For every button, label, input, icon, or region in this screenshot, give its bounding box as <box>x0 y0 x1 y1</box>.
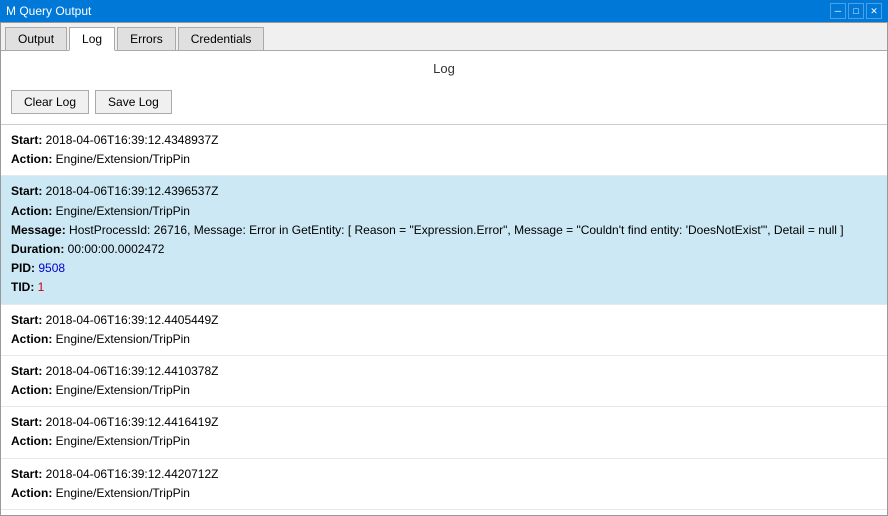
field-label: Action: <box>11 152 56 166</box>
tab-log[interactable]: Log <box>69 27 115 51</box>
field-label: Start: <box>11 133 46 147</box>
minimize-button[interactable]: ─ <box>830 3 846 19</box>
field-label: Start: <box>11 364 46 378</box>
log-field: Start: 2018-04-06T16:39:12.4348937Z <box>11 131 877 150</box>
log-field: Action: Engine/Extension/TripPin <box>11 432 877 451</box>
tab-errors[interactable]: Errors <box>117 27 176 50</box>
field-value: Engine/Extension/TripPin <box>56 332 190 346</box>
log-field: Duration: 00:00:00.0002472 <box>11 240 877 259</box>
log-entry: Start: 2018-04-06T16:39:12.4348937ZActio… <box>1 125 887 176</box>
title-bar: M Query Output ─ □ ✕ <box>0 0 888 22</box>
field-value: 2018-04-06T16:39:12.4405449Z <box>46 313 219 327</box>
log-content[interactable]: Start: 2018-04-06T16:39:12.4348937ZActio… <box>1 124 887 515</box>
log-field: Start: 2018-04-06T16:39:12.4405449Z <box>11 311 877 330</box>
field-value: Engine/Extension/TripPin <box>56 486 190 500</box>
tab-credentials[interactable]: Credentials <box>178 27 265 50</box>
field-value: Engine/Extension/TripPin <box>56 152 190 166</box>
field-value: 2018-04-06T16:39:12.4410378Z <box>46 364 219 378</box>
clear-log-button[interactable]: Clear Log <box>11 90 89 114</box>
log-entry: Start: 2018-04-06T16:39:12.4425721ZActio… <box>1 510 887 515</box>
field-value: 2018-04-06T16:39:12.4420712Z <box>46 467 219 481</box>
save-log-button[interactable]: Save Log <box>95 90 172 114</box>
tab-bar: OutputLogErrorsCredentials <box>1 23 887 51</box>
field-label: Start: <box>11 313 46 327</box>
field-label: Start: <box>11 184 46 198</box>
window-body: OutputLogErrorsCredentials Log Clear Log… <box>0 22 888 516</box>
field-value: 2018-04-06T16:39:12.4416419Z <box>46 415 219 429</box>
field-label: Start: <box>11 467 46 481</box>
log-entry: Start: 2018-04-06T16:39:12.4420712ZActio… <box>1 459 887 510</box>
window-title: M Query Output <box>6 4 830 18</box>
log-field: Message: HostProcessId: 26716, Message: … <box>11 221 877 240</box>
field-value: 9508 <box>38 261 65 275</box>
field-label: Action: <box>11 486 56 500</box>
log-field: TID: 1 <box>11 278 877 297</box>
field-label: Action: <box>11 383 56 397</box>
tab-output[interactable]: Output <box>5 27 67 50</box>
field-value: 2018-04-06T16:39:12.4348937Z <box>46 133 219 147</box>
field-value: 2018-04-06T16:39:12.4396537Z <box>46 184 219 198</box>
field-value: Engine/Extension/TripPin <box>56 204 190 218</box>
log-field: Start: 2018-04-06T16:39:12.4396537Z <box>11 182 877 201</box>
log-entry: Start: 2018-04-06T16:39:12.4416419ZActio… <box>1 407 887 458</box>
field-value: HostProcessId: 26716, Message: Error in … <box>69 223 844 237</box>
maximize-button[interactable]: □ <box>848 3 864 19</box>
log-entry: Start: 2018-04-06T16:39:12.4396537ZActio… <box>1 176 887 304</box>
log-field: Action: Engine/Extension/TripPin <box>11 381 877 400</box>
log-field: PID: 9508 <box>11 259 877 278</box>
log-field: Start: 2018-04-06T16:39:12.4420712Z <box>11 465 877 484</box>
field-value: Engine/Extension/TripPin <box>56 434 190 448</box>
field-label: TID: <box>11 280 38 294</box>
log-field: Action: Engine/Extension/TripPin <box>11 484 877 503</box>
log-field: Start: 2018-04-06T16:39:12.4410378Z <box>11 362 877 381</box>
field-value: 00:00:00.0002472 <box>68 242 165 256</box>
field-label: Start: <box>11 415 46 429</box>
field-label: Action: <box>11 204 56 218</box>
close-button[interactable]: ✕ <box>866 3 882 19</box>
field-label: Action: <box>11 434 56 448</box>
field-value: 1 <box>38 280 45 294</box>
log-field: Start: 2018-04-06T16:39:12.4416419Z <box>11 413 877 432</box>
field-label: PID: <box>11 261 38 275</box>
log-field: Action: Engine/Extension/TripPin <box>11 202 877 221</box>
toolbar: Clear Log Save Log <box>1 84 887 124</box>
field-label: Action: <box>11 332 56 346</box>
field-label: Message: <box>11 223 69 237</box>
log-title: Log <box>1 51 887 84</box>
field-label: Duration: <box>11 242 68 256</box>
log-entry: Start: 2018-04-06T16:39:12.4410378ZActio… <box>1 356 887 407</box>
log-field: Action: Engine/Extension/TripPin <box>11 150 877 169</box>
content-area: Log Clear Log Save Log Start: 2018-04-06… <box>1 51 887 515</box>
log-entry: Start: 2018-04-06T16:39:12.4405449ZActio… <box>1 305 887 356</box>
log-field: Action: Engine/Extension/TripPin <box>11 330 877 349</box>
window-controls: ─ □ ✕ <box>830 3 882 19</box>
field-value: Engine/Extension/TripPin <box>56 383 190 397</box>
